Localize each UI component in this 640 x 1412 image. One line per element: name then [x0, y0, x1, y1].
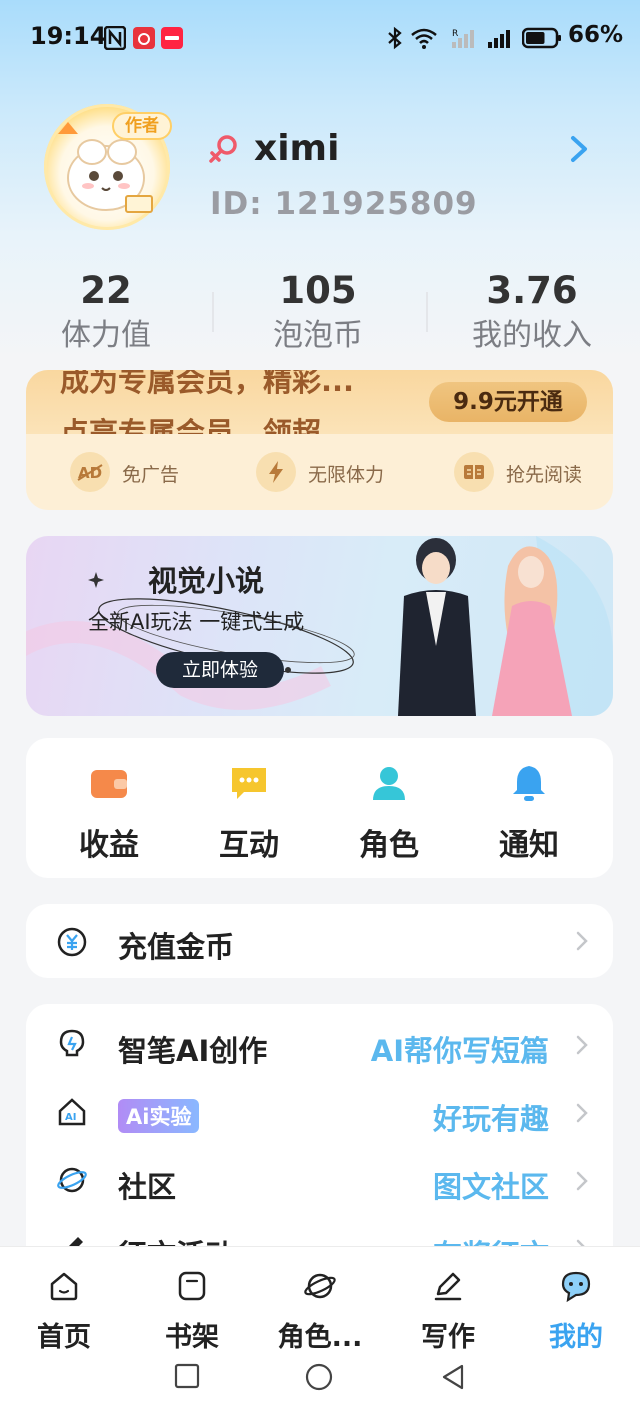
divider [426, 292, 428, 332]
chat-icon [232, 768, 266, 799]
list-item-community[interactable]: 社区 图文社区 [26, 1146, 613, 1214]
list-item-title: 智笔AI创作 [118, 1034, 268, 1068]
nav-tab-roles[interactable]: 角色... [265, 1269, 375, 1354]
stat-bubble-coins[interactable]: 105 泡泡币 [218, 268, 418, 358]
quick-actions-card: 收益 互动 角色 通知 [26, 738, 613, 878]
banner-characters-image [398, 536, 613, 716]
nav-tab-bookshelf[interactable]: 书架 [137, 1269, 247, 1354]
vip-marquee-line2: 点亮专属会员，领超 [60, 416, 322, 434]
recharge-coins-row[interactable]: 充值金币 [26, 904, 613, 978]
lightbulb-icon [59, 1029, 85, 1057]
divider [212, 292, 214, 332]
visual-novel-banner[interactable]: 视觉小说 全新AI玩法 一键式生成 立即体验 [26, 536, 613, 716]
list-item-hint: 图文社区 [432, 1170, 549, 1204]
vip-open-button[interactable]: 9.9元开通 [429, 382, 587, 422]
chevron-right-icon [576, 931, 588, 951]
ai-lab-badge: Ai实验 [118, 1099, 200, 1133]
ai-home-icon: AI [58, 1098, 86, 1126]
stat-label: 泡泡币 [273, 318, 363, 353]
chevron-right-icon [576, 1103, 588, 1123]
stat-value: 3.76 [486, 269, 578, 312]
author-tag: 作者 [112, 112, 172, 140]
book-icon [454, 452, 494, 492]
banner-title: 视觉小说 [148, 564, 265, 598]
vip-marquee: 成为专属会员，精彩... 点亮专属会员，领超 9.9元开通 [26, 370, 613, 434]
list-item-ai-lab[interactable]: AI Ai实验 好玩有趣 [26, 1078, 613, 1146]
stat-income[interactable]: 3.76 我的收入 [432, 268, 632, 358]
nav-tab-mine[interactable]: 我的 [521, 1269, 631, 1354]
quick-action-interaction[interactable]: 互动 [189, 762, 309, 864]
profile-chevron-right-icon[interactable] [566, 134, 592, 164]
system-back-button[interactable] [440, 1363, 466, 1391]
write-icon [434, 1272, 462, 1301]
planet-icon [304, 1273, 336, 1299]
planet-icon [57, 1167, 87, 1193]
username: ximi [254, 128, 340, 169]
features-list-card: 智笔AI创作 AI帮你写短篇 AI Ai实验 好玩有趣 社区 图文社区 征文活动… [26, 1004, 613, 1264]
list-item-ai-writing[interactable]: 智笔AI创作 AI帮你写短篇 [26, 1010, 613, 1078]
status-time: 19:14 [30, 22, 107, 50]
banner-subtitle: 全新AI玩法 一键式生成 [88, 610, 305, 634]
female-gender-icon [209, 135, 237, 163]
bell-icon [513, 766, 545, 801]
vip-card[interactable]: 成为专属会员，精彩... 点亮专属会员，领超 9.9元开通 AD 免广告 无限体… [26, 370, 613, 510]
home-icon [50, 1272, 78, 1301]
stat-value: 105 [279, 269, 357, 312]
battery-icon [522, 27, 561, 49]
quick-action-earnings[interactable]: 收益 [49, 762, 169, 864]
chevron-right-icon [576, 1171, 588, 1191]
yuan-coin-icon [57, 927, 87, 957]
wallet-icon [91, 770, 127, 798]
list-item-hint: 好玩有趣 [432, 1102, 549, 1136]
banner-try-button[interactable]: 立即体验 [156, 652, 284, 688]
lightning-icon [256, 452, 296, 492]
bottom-navigation: 首页 书架 角色... 写作 我的 [0, 1246, 640, 1412]
stat-value: 22 [80, 269, 132, 312]
vip-marquee-line1: 成为专属会员，精彩... [60, 370, 355, 398]
quick-action-notifications[interactable]: 通知 [469, 762, 589, 864]
wifi-icon [411, 28, 437, 49]
nfc-icon [104, 26, 126, 50]
nav-tab-home[interactable]: 首页 [9, 1269, 119, 1354]
stat-label: 体力值 [61, 318, 151, 353]
xiaohongshu-icon [161, 27, 183, 49]
quick-action-roles[interactable]: 角色 [329, 762, 449, 864]
svg-text:AI: AI [65, 1112, 76, 1123]
battery-percent: 66% [568, 22, 624, 48]
stat-stamina[interactable]: 22 体力值 [6, 268, 206, 358]
bookshelf-icon [178, 1271, 206, 1301]
system-recents-button[interactable] [174, 1363, 200, 1389]
list-item-title: Ai实验 [118, 1096, 200, 1133]
netease-music-icon [133, 27, 155, 49]
user-id: ID: 121925809 [210, 186, 478, 222]
system-home-button[interactable] [305, 1363, 333, 1391]
list-item-hint: AI帮你写短篇 [370, 1034, 549, 1068]
chevron-right-icon [576, 1035, 588, 1055]
signal-icon-2 [488, 30, 510, 48]
svg-text:R: R [452, 29, 458, 39]
recharge-label: 充值金币 [118, 930, 235, 964]
nav-tab-write[interactable]: 写作 [393, 1269, 503, 1354]
stat-label: 我的收入 [472, 318, 592, 353]
profile-icon [561, 1271, 591, 1303]
signal-icon-1: R [452, 29, 474, 48]
list-item-title: 社区 [118, 1170, 177, 1204]
status-bar: 19:14 R 66% [0, 0, 640, 76]
person-icon [373, 767, 405, 800]
ad-icon: AD [70, 452, 110, 492]
bluetooth-icon [388, 26, 402, 50]
